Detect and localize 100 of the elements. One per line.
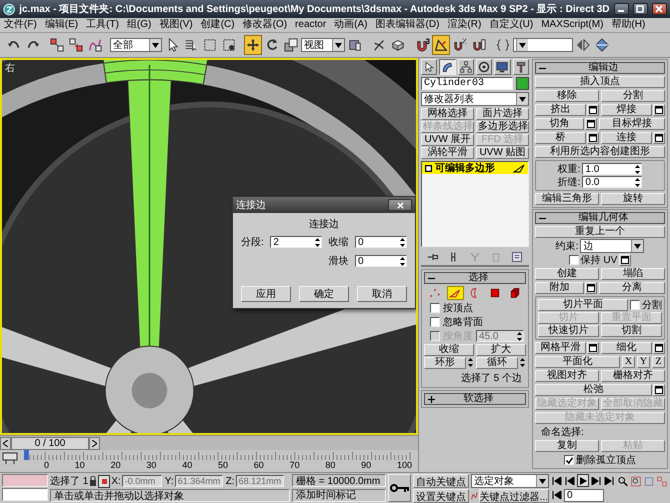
time-slider-thumb[interactable]: 0 / 100	[11, 436, 89, 450]
toolbar-button[interactable]	[432, 35, 450, 55]
command-button[interactable]: 旋转	[601, 193, 665, 205]
stack-tool-button[interactable]	[509, 250, 525, 264]
modifier-button[interactable]: 网格选择	[421, 108, 474, 120]
minimize-button[interactable]	[614, 3, 629, 15]
command-button[interactable]: 编辑三角形	[535, 193, 599, 205]
settings-button[interactable]	[587, 342, 599, 354]
checkbox[interactable]	[430, 303, 440, 313]
panel-tab[interactable]	[439, 59, 456, 75]
axis-button[interactable]: X	[622, 356, 635, 368]
next-frame-button[interactable]	[89, 436, 100, 450]
zoom-extents-all-button[interactable]	[656, 474, 668, 488]
selection-button[interactable]: 扩大	[476, 344, 526, 356]
menu-item[interactable]: MAXScript(M)	[541, 19, 604, 31]
checkbox[interactable]	[568, 255, 579, 265]
settings-button[interactable]	[653, 342, 665, 354]
command-button[interactable]: 连接	[601, 132, 652, 144]
dialog-button[interactable]: 确定	[299, 286, 349, 302]
command-button[interactable]: 分割	[601, 90, 665, 102]
menu-item[interactable]: 渲染(R)	[447, 19, 482, 31]
number-field[interactable]: 2	[270, 236, 322, 248]
command-button[interactable]: 桥	[535, 132, 586, 144]
close-button[interactable]	[652, 3, 667, 15]
stack-item[interactable]: 可编辑多边形	[422, 162, 528, 174]
axis-button[interactable]: Z	[652, 356, 665, 368]
modifier-button[interactable]: UVW 展开	[421, 134, 474, 146]
command-button[interactable]: 插入顶点	[535, 76, 665, 88]
dialog-button[interactable]: 取消	[357, 286, 407, 302]
menu-item[interactable]: reactor	[295, 19, 326, 31]
transform-mode-button[interactable]	[98, 474, 110, 488]
object-name-field[interactable]: Cylinder03	[421, 77, 513, 90]
go-to-end-button[interactable]	[603, 474, 615, 488]
modifier-button[interactable]: 多边形选择	[476, 121, 529, 133]
zoom-button[interactable]	[617, 474, 629, 488]
checkbox[interactable]	[430, 317, 440, 327]
go-to-start-button[interactable]	[551, 474, 563, 488]
time-tag-field[interactable]: 添加时间标记	[292, 488, 386, 502]
command-button[interactable]: 附加	[535, 282, 584, 294]
modifier-list-dropdown[interactable]: 修改器列表	[421, 92, 529, 106]
menu-item[interactable]: 动画(A)	[334, 19, 368, 31]
menu-item[interactable]: 视图(V)	[159, 19, 193, 31]
dialog-button[interactable]: 应用	[241, 286, 291, 302]
selection-button[interactable]: 收缩	[424, 344, 474, 356]
checkbox[interactable]	[564, 455, 574, 465]
previous-frame-button[interactable]	[0, 436, 11, 450]
command-button[interactable]: 目标焊接	[599, 118, 665, 130]
key-mode-button[interactable]	[551, 488, 563, 502]
maximize-button[interactable]	[632, 3, 648, 15]
rollout-header[interactable]: 编辑几何体	[535, 212, 665, 224]
settings-button[interactable]	[653, 104, 665, 116]
command-button[interactable]: 创建	[535, 268, 599, 280]
menu-item[interactable]: 自定义(U)	[489, 19, 534, 31]
axis-button[interactable]: Y	[637, 356, 650, 368]
command-button[interactable]: 细化	[601, 342, 652, 354]
menu-item[interactable]: 图表编辑器(D)	[376, 19, 440, 31]
command-button[interactable]: 网格平滑	[535, 342, 586, 354]
command-button[interactable]: 复制	[535, 440, 599, 452]
next-key-button[interactable]	[590, 474, 602, 488]
number-field[interactable]: 0	[355, 255, 407, 267]
script-output-field[interactable]	[2, 488, 48, 501]
settings-button[interactable]	[619, 254, 632, 266]
command-button[interactable]: 视图对齐	[535, 370, 599, 382]
command-button[interactable]: 松弛	[535, 384, 652, 396]
command-button[interactable]: 焊接	[601, 104, 652, 116]
menu-item[interactable]: 编辑(E)	[44, 19, 78, 31]
toolbar-dropdown[interactable]: 视图	[301, 38, 345, 52]
script-field[interactable]	[2, 474, 48, 487]
set-key-mode-button[interactable]: 设置关键点	[413, 489, 469, 503]
menu-item[interactable]: 帮助(H)	[611, 19, 646, 31]
number-field[interactable]: 0	[355, 236, 407, 248]
close-button[interactable]	[388, 199, 412, 211]
key-filters-button[interactable]: 关键点过滤器...	[478, 489, 549, 503]
toolbar-dropdown[interactable]: 全部	[110, 38, 162, 52]
key-mode-dropdown[interactable]: 选定对象	[471, 474, 549, 488]
rollout-header[interactable]: 软选择	[424, 393, 526, 405]
toolbar-button[interactable]	[244, 35, 262, 55]
viewport-label[interactable]: 右	[5, 61, 15, 75]
command-button[interactable]: 栅格对齐	[601, 370, 665, 382]
command-button[interactable]: 利用所选内容创建图形	[535, 146, 665, 158]
command-button[interactable]: 切片平面	[538, 299, 628, 311]
menu-item[interactable]: 文件(F)	[4, 19, 37, 31]
zoom-extents-button[interactable]	[643, 474, 655, 488]
object-color-swatch[interactable]	[516, 77, 529, 90]
command-button[interactable]: 快速切片	[538, 325, 599, 337]
settings-button[interactable]	[585, 118, 597, 130]
constraint-dropdown[interactable]: 边	[580, 239, 644, 253]
settings-button[interactable]	[585, 282, 597, 294]
number-field[interactable]: 0.0	[582, 176, 642, 188]
number-field[interactable]: 1.0	[582, 163, 642, 175]
selection-button[interactable]: 循环	[476, 357, 518, 369]
subobject-button[interactable]	[446, 286, 464, 300]
command-button[interactable]: 切角	[535, 118, 584, 130]
rollout-header[interactable]: 编辑边	[535, 62, 665, 74]
command-button[interactable]: 切割	[601, 325, 662, 337]
rollout-header[interactable]: 选择	[424, 272, 526, 284]
command-button[interactable]: 塌陷	[601, 268, 665, 280]
command-button[interactable]: 分离	[599, 282, 665, 294]
command-button[interactable]: 挤出	[535, 104, 586, 116]
settings-button[interactable]	[653, 132, 665, 144]
